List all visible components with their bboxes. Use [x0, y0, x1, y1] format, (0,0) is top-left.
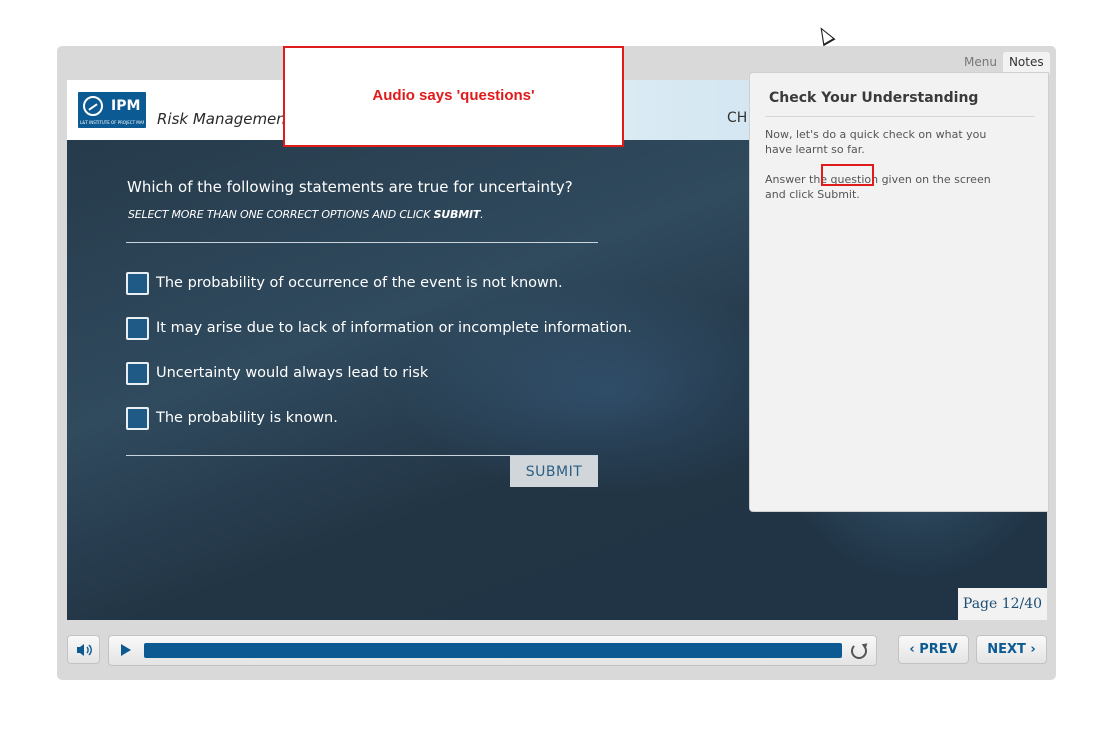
logo-text: IPM — [111, 98, 141, 114]
notes-paragraph-1: Now, let's do a quick check on what you … — [765, 128, 987, 156]
chevron-left-icon: ‹ — [909, 642, 920, 657]
top-divider — [126, 242, 598, 243]
submit-button[interactable]: SUBMIT — [510, 456, 598, 487]
option-2[interactable]: It may arise due to lack of information … — [126, 315, 632, 341]
instruction-submit-word: SUBMIT — [433, 208, 481, 221]
notes-divider — [765, 116, 1035, 117]
question-instruction: SELECT MORE THAN ONE CORRECT OPTIONS AND… — [128, 208, 484, 221]
notes-paragraph-2: Answer the question given on the screen … — [765, 173, 991, 201]
progress-fill — [144, 643, 842, 658]
checkbox[interactable] — [126, 316, 149, 340]
chapter-title: CH — [727, 110, 748, 126]
speaker-icon — [76, 643, 92, 656]
instruction-period: . — [480, 208, 484, 221]
notes-title: Check Your Understanding — [769, 90, 979, 106]
prev-button[interactable]: ‹ PREV — [898, 635, 969, 664]
notes-panel: Check Your Understanding Now, let's do a… — [749, 72, 1049, 512]
mouse-cursor-icon — [814, 23, 836, 47]
replay-icon[interactable] — [851, 643, 867, 659]
tab-menu[interactable]: Menu — [958, 52, 1003, 74]
audio-callout-text: Audio says 'questions' — [372, 87, 535, 104]
instruction-text: SELECT MORE THAN ONE CORRECT OPTIONS AND… — [128, 208, 434, 221]
option-label: The probability is known. — [156, 410, 338, 426]
page-indicator: Page 12/40 — [958, 588, 1047, 620]
highlight-box — [821, 164, 874, 186]
checkbox[interactable] — [126, 406, 149, 430]
prev-label: PREV — [919, 642, 958, 657]
chevron-right-icon: › — [1025, 642, 1036, 657]
mute-button[interactable] — [67, 635, 100, 664]
tab-notes[interactable]: Notes — [1002, 52, 1050, 74]
progress-track[interactable] — [144, 643, 842, 658]
checkbox[interactable] — [126, 271, 149, 295]
checkbox[interactable] — [126, 361, 149, 385]
play-icon[interactable] — [121, 644, 131, 656]
logo-subtext: L&T INSTITUTE OF PROJECT MANAGEMENT — [80, 120, 144, 125]
ipm-logo: IPM L&T INSTITUTE OF PROJECT MANAGEMENT — [78, 92, 146, 128]
next-label: NEXT — [987, 642, 1026, 657]
course-title: Risk Management — [157, 110, 292, 128]
panel-tabs: Menu Notes — [958, 52, 1050, 74]
option-label: The probability of occurrence of the eve… — [156, 275, 563, 291]
option-4[interactable]: The probability is known. — [126, 405, 338, 431]
question-prompt: Which of the following statements are tr… — [127, 178, 573, 196]
progress-bar[interactable] — [108, 635, 877, 666]
option-3[interactable]: Uncertainty would always lead to risk — [126, 360, 428, 386]
audio-callout: Audio says 'questions' — [283, 46, 624, 147]
next-button[interactable]: NEXT › — [976, 635, 1047, 664]
option-label: It may arise due to lack of information … — [156, 320, 632, 336]
option-label: Uncertainty would always lead to risk — [156, 365, 429, 381]
option-1[interactable]: The probability of occurrence of the eve… — [126, 270, 563, 296]
lt-logo-icon — [83, 96, 103, 116]
